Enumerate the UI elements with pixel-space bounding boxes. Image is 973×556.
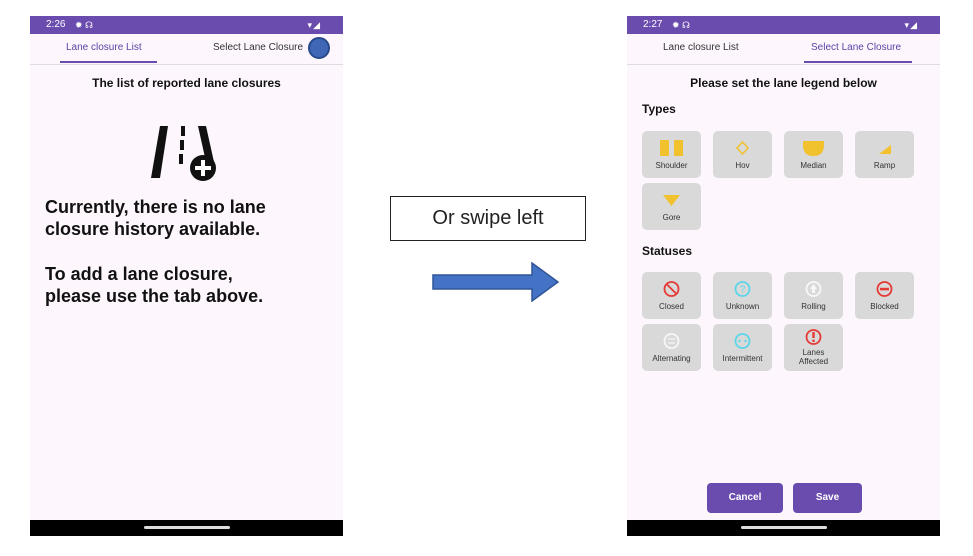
tab-lane-closure-list[interactable]: Lane closure List	[66, 42, 142, 53]
status-bar: 2:26 ✹ ☊ ▾◢	[30, 16, 343, 34]
status-bar: 2:27 ✹ ☊ ▾◢	[627, 16, 940, 34]
list-title: The list of reported lane closures	[92, 76, 281, 90]
ramp-icon	[879, 145, 891, 154]
type-tile-hov[interactable]: Hov	[713, 131, 772, 178]
settings-icon: ✹ ☊	[75, 20, 94, 30]
active-tab-indicator	[804, 61, 912, 63]
status-tile-unknown[interactable]: ? Unknown	[713, 272, 772, 319]
home-gesture-pill[interactable]	[143, 526, 230, 529]
alternating-icon	[663, 333, 680, 349]
type-tile-gore[interactable]: Gore	[642, 183, 701, 230]
right-arrow-icon	[432, 262, 560, 302]
closed-icon	[663, 281, 680, 297]
save-button[interactable]: Save	[793, 483, 862, 513]
status-tile-alternating[interactable]: Alternating	[642, 324, 701, 371]
tab-select-lane-closure[interactable]: Select Lane Closure	[213, 42, 313, 53]
tile-label: Alternating	[652, 354, 691, 363]
type-tile-ramp[interactable]: Ramp	[855, 131, 914, 178]
tab-bar: Lane closure List Select Lane Closure	[627, 34, 940, 65]
swipe-hint-box: Or swipe left	[390, 196, 586, 241]
shoulder-icon	[660, 140, 683, 156]
tile-label: Ramp	[873, 161, 896, 170]
tile-label: Intermittent	[722, 354, 763, 363]
tile-label: Median	[800, 161, 827, 170]
tile-label: Hov	[735, 161, 750, 170]
status-tile-intermittent[interactable]: Intermittent	[713, 324, 772, 371]
lane-closure-list-screen: 2:26 ✹ ☊ ▾◢ Lane closure List Select Lan…	[30, 16, 343, 536]
status-time: 2:26	[46, 19, 66, 30]
message-line: To add a lane closure,	[45, 264, 233, 284]
type-tile-shoulder[interactable]: Shoulder	[642, 131, 701, 178]
status-time: 2:27	[643, 19, 663, 30]
blocked-icon	[876, 281, 893, 297]
home-gesture-pill[interactable]	[740, 526, 827, 529]
tile-label: Shoulder	[655, 161, 688, 170]
gore-icon	[663, 195, 680, 206]
status-tile-blocked[interactable]: Blocked	[855, 272, 914, 319]
tile-label: Blocked	[870, 302, 899, 311]
message-line: closure history available.	[45, 219, 261, 239]
tab-select-lane-closure[interactable]: Select Lane Closure	[811, 42, 901, 53]
rolling-icon	[805, 281, 822, 297]
tile-label: Lanes Affected	[798, 348, 829, 366]
cancel-button[interactable]: Cancel	[707, 483, 783, 513]
statuses-heading: Statuses	[642, 244, 693, 258]
tile-label: Unknown	[725, 302, 760, 311]
tab-lane-closure-list[interactable]: Lane closure List	[663, 42, 739, 53]
status-tile-closed[interactable]: Closed	[642, 272, 701, 319]
empty-history-message: Currently, there is no lane closure hist…	[45, 196, 335, 240]
navigation-bar	[627, 520, 940, 536]
active-tab-indicator	[60, 61, 157, 63]
tile-label: Closed	[659, 302, 684, 311]
lanes-affected-icon	[805, 329, 822, 345]
legend-title: Please set the lane legend below	[690, 76, 877, 90]
touch-indicator	[308, 37, 330, 59]
tile-label: Rolling	[801, 302, 826, 311]
tab-bar: Lane closure List Select Lane Closure	[30, 34, 343, 65]
status-tile-lanes-affected[interactable]: Lanes Affected	[784, 324, 843, 371]
hov-diamond-icon	[735, 140, 750, 156]
unknown-icon: ?	[734, 281, 751, 297]
intermittent-icon	[734, 333, 751, 349]
lane-closure-add-icon	[151, 126, 216, 181]
median-icon	[803, 141, 824, 156]
message-line: please use the tab above.	[45, 286, 264, 306]
settings-icon: ✹ ☊	[672, 20, 691, 30]
select-lane-closure-screen: 2:27 ✹ ☊ ▾◢ Lane closure List Select Lan…	[627, 16, 940, 536]
status-tile-rolling[interactable]: Rolling	[784, 272, 843, 319]
type-tile-median[interactable]: Median	[784, 131, 843, 178]
signal-icon: ▾◢	[307, 20, 321, 30]
navigation-bar	[30, 520, 343, 536]
add-closure-hint: To add a lane closure, please use the ta…	[45, 263, 335, 307]
svg-text:?: ?	[740, 285, 746, 296]
tile-label: Gore	[662, 213, 681, 222]
message-line: Currently, there is no lane	[45, 197, 266, 217]
signal-icon: ▾◢	[904, 20, 918, 30]
types-heading: Types	[642, 102, 676, 116]
